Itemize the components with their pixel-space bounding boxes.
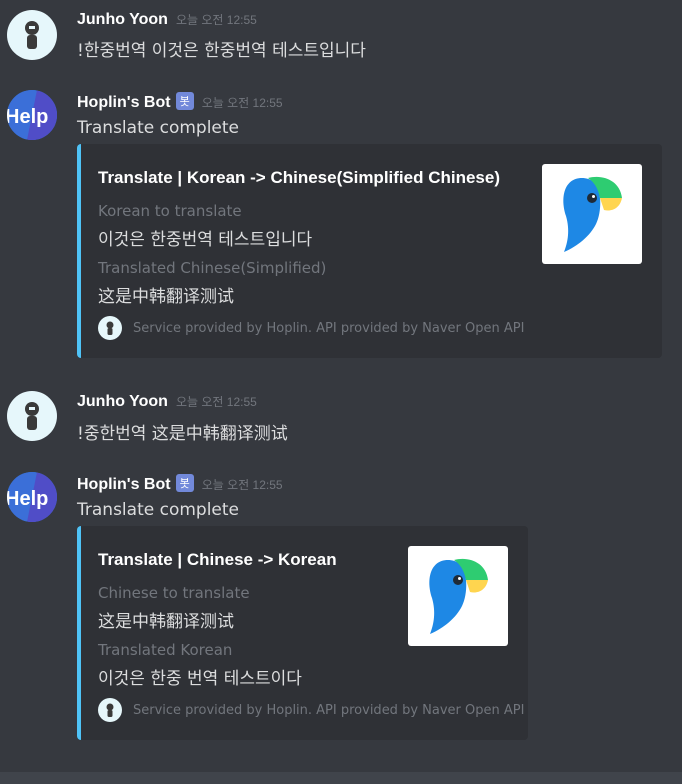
- embed-thumbnail[interactable]: [408, 546, 508, 646]
- embed-title: Translate | Korean -> Chinese(Simplified…: [98, 168, 500, 187]
- bot-avatar[interactable]: Help: [7, 90, 57, 140]
- author-name[interactable]: Hoplin's Bot: [77, 94, 171, 111]
- help-logo-icon: Help: [7, 472, 57, 522]
- help-logo-icon: Help: [7, 90, 57, 140]
- message-input-bar[interactable]: [0, 772, 682, 784]
- author-line: Hoplin's Bot 봇 오늘 오전 12:55: [77, 474, 283, 494]
- field-name: Korean to translate: [98, 202, 242, 220]
- papago-parrot-icon: [429, 558, 488, 634]
- timestamp: 오늘 오전 12:55: [201, 478, 283, 492]
- bot-avatar-text: Help: [7, 488, 48, 510]
- field-name: Translated Chinese(Simplified): [98, 259, 327, 277]
- footer-text: Service provided by Hoplin. API provided…: [133, 702, 525, 718]
- message-text: !한중번역 이것은 한중번역 테스트입니다: [77, 41, 366, 61]
- field-value: 이것은 한중 번역 테스트이다: [98, 669, 302, 689]
- timestamp: 오늘 오전 12:55: [175, 13, 257, 27]
- bot-tag: 봇: [175, 92, 194, 110]
- field-name: Translated Korean: [98, 641, 233, 659]
- field-value: 이것은 한중번역 테스트입니다: [98, 230, 313, 250]
- message-text: Translate complete: [77, 118, 239, 138]
- person-avatar-icon: [98, 698, 122, 722]
- embed-thumbnail[interactable]: [542, 164, 642, 264]
- message-text: Translate complete: [77, 500, 239, 520]
- embed-footer: Service provided by Hoplin. API provided…: [98, 698, 524, 722]
- translation-embed: Translate | Korean -> Chinese(Simplified…: [77, 144, 662, 358]
- embed-footer: Service provided by Hoplin. API provided…: [98, 316, 524, 340]
- person-avatar-icon: [98, 316, 122, 340]
- user-avatar[interactable]: [7, 391, 57, 441]
- author-line: Junho Yoon 오늘 오전 12:55: [77, 393, 257, 411]
- timestamp: 오늘 오전 12:55: [175, 395, 257, 409]
- field-name: Chinese to translate: [98, 584, 250, 602]
- person-avatar-icon: [25, 21, 39, 49]
- footer-text: Service provided by Hoplin. API provided…: [133, 320, 525, 336]
- author-name[interactable]: Junho Yoon: [77, 11, 168, 28]
- person-avatar-icon: [25, 402, 39, 430]
- papago-parrot-icon: [563, 176, 622, 252]
- field-value: 这是中韩翻译测试: [98, 287, 234, 307]
- bot-avatar-text: Help: [7, 106, 48, 128]
- timestamp: 오늘 오전 12:55: [201, 96, 283, 110]
- author-name[interactable]: Junho Yoon: [77, 393, 168, 410]
- bot-avatar[interactable]: Help: [7, 472, 57, 522]
- bot-tag: 봇: [175, 474, 194, 492]
- author-name[interactable]: Hoplin's Bot: [77, 476, 171, 493]
- translation-embed: Translate | Chinese -> Korean Chinese to…: [77, 526, 528, 740]
- message-text: !중한번역 这是中韩翻译测试: [77, 424, 288, 444]
- author-line: Hoplin's Bot 봇 오늘 오전 12:55: [77, 92, 283, 112]
- embed-title: Translate | Chinese -> Korean: [98, 550, 337, 569]
- author-line: Junho Yoon 오늘 오전 12:55: [77, 11, 257, 29]
- user-avatar[interactable]: [7, 10, 57, 60]
- field-value: 这是中韩翻译测试: [98, 612, 234, 632]
